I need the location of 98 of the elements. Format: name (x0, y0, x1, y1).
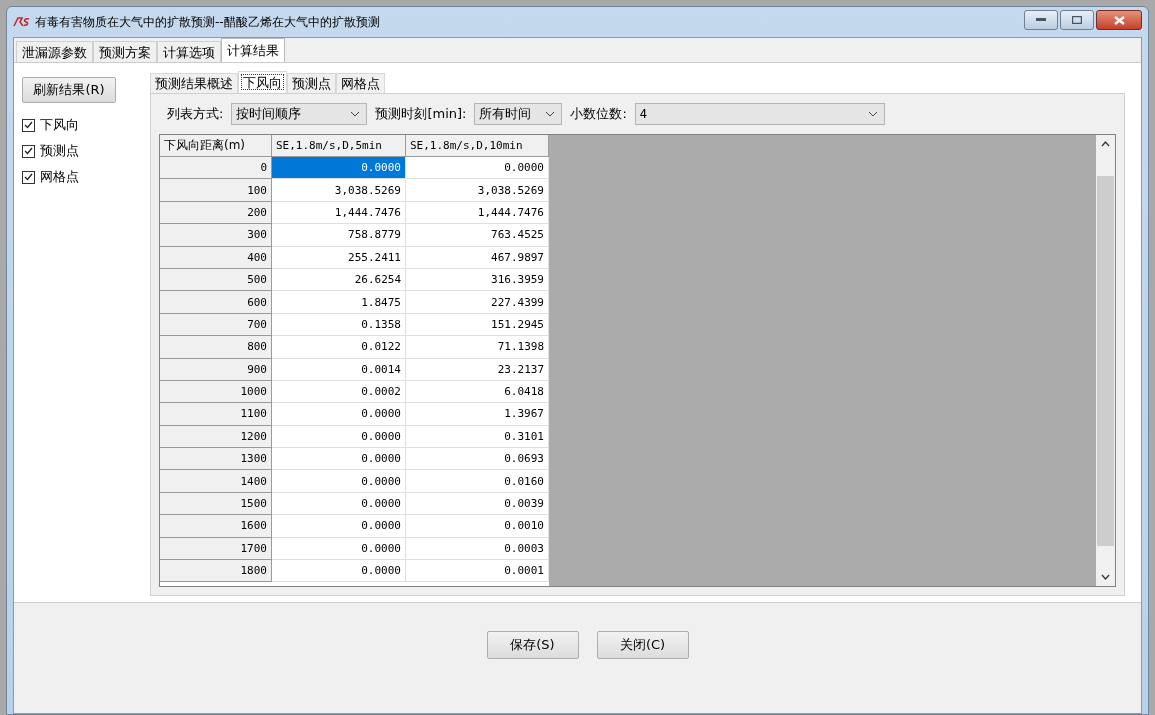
row-header: 100 (160, 179, 272, 202)
minimize-button[interactable] (1024, 10, 1058, 30)
row-header: 1100 (160, 403, 272, 426)
row-header: 1300 (160, 448, 272, 471)
table-cell[interactable]: 71.1398 (406, 336, 549, 359)
table-cell[interactable]: 23.2137 (406, 358, 549, 381)
table-cell[interactable]: 0.0000 (272, 515, 406, 538)
chevron-down-icon (350, 111, 361, 117)
table-cell[interactable]: 1,444.7476 (272, 201, 406, 225)
checkbox-label: 网格点 (40, 168, 79, 186)
row-header: 600 (160, 291, 272, 314)
row-header: 700 (160, 313, 272, 337)
chevron-down-icon (545, 111, 556, 117)
table-cell[interactable]: 0.0001 (406, 560, 549, 583)
maximize-button[interactable] (1060, 10, 1094, 30)
tab[interactable]: 网格点 (336, 73, 385, 93)
table-cell[interactable]: 0.0000 (272, 403, 406, 426)
table-cell[interactable]: 6.0418 (406, 380, 549, 404)
row-header: 300 (160, 224, 272, 247)
table-cell[interactable]: 227.4399 (406, 291, 549, 314)
maximize-icon (1072, 16, 1082, 24)
table-cell[interactable]: 0.0000 (272, 448, 406, 471)
dialog-button[interactable]: 关闭(C) (596, 631, 689, 659)
checkbox[interactable] (22, 118, 35, 132)
dialog-button[interactable]: 保存(S) (486, 631, 579, 659)
tab[interactable]: 计算结果 (221, 38, 285, 62)
vertical-scrollbar[interactable] (1096, 135, 1115, 586)
row-header: 400 (160, 246, 272, 269)
row-header: 800 (160, 336, 272, 359)
table-cell[interactable]: 0.0010 (406, 515, 549, 538)
checkbox[interactable] (22, 144, 35, 158)
table-cell[interactable]: 3,038.5269 (272, 179, 406, 202)
table-cell[interactable]: 0.3101 (406, 425, 549, 449)
refresh-button[interactable]: 刷新结果(R) (22, 77, 116, 103)
row-header: 1400 (160, 470, 272, 493)
checkbox-label: 预测点 (40, 142, 79, 160)
table-cell[interactable]: 0.0000 (272, 157, 406, 180)
row-header: 1700 (160, 537, 272, 561)
table-cell[interactable]: 255.2411 (272, 246, 406, 269)
column-header: 下风向距离(m) (160, 135, 272, 157)
table-cell[interactable]: 0.0039 (406, 492, 549, 516)
row-header: 0 (160, 157, 272, 180)
column-header: SE,1.8m/s,D,5min (272, 135, 406, 157)
table-cell[interactable]: 0.1358 (272, 313, 406, 337)
scroll-up-icon (1101, 141, 1110, 147)
table-cell[interactable]: 1.3967 (406, 403, 549, 426)
table-cell[interactable]: 467.9897 (406, 246, 549, 269)
scrollbar-thumb[interactable] (1097, 175, 1114, 546)
table-cell[interactable]: 1,444.7476 (406, 201, 549, 225)
minimize-icon (1036, 18, 1046, 22)
tab[interactable]: 下风向 (238, 71, 287, 93)
table-cell[interactable]: 0.0000 (272, 470, 406, 493)
row-header: 1600 (160, 515, 272, 538)
close-button[interactable] (1096, 10, 1142, 30)
table-cell[interactable]: 151.2945 (406, 313, 549, 337)
table-cell[interactable]: 0.0122 (272, 336, 406, 359)
field-label: 列表方式: (167, 105, 224, 123)
table-cell[interactable]: 763.4525 (406, 224, 549, 247)
table-cell[interactable]: 758.8779 (272, 224, 406, 247)
table-cell[interactable]: 3,038.5269 (406, 179, 549, 202)
scroll-down-icon (1101, 574, 1110, 580)
close-icon (1113, 15, 1125, 25)
window-title: 有毒有害物质在大气中的扩散预测--醋酸乙烯在大气中的扩散预测 (35, 13, 380, 31)
chevron-down-icon (867, 111, 878, 117)
table-cell[interactable]: 0.0000 (272, 425, 406, 449)
tab[interactable]: 预测方案 (93, 41, 157, 62)
table-cell[interactable]: 0.0000 (272, 560, 406, 583)
table-cell[interactable]: 0.0014 (272, 358, 406, 381)
table-cell[interactable]: 0.0002 (272, 380, 406, 404)
table-cell[interactable]: 0.0003 (406, 537, 549, 561)
row-header: 1200 (160, 425, 272, 449)
checkbox-label: 下风向 (40, 116, 79, 134)
field-label: 小数位数: (570, 105, 627, 123)
row-header: 1800 (160, 560, 272, 583)
table-cell[interactable]: 0.0000 (272, 537, 406, 561)
table-cell[interactable]: 0.0160 (406, 470, 549, 493)
table-cell[interactable]: 0.0000 (406, 157, 549, 180)
table-cell[interactable]: 0.0693 (406, 448, 549, 471)
row-header: 200 (160, 201, 272, 225)
dropdown[interactable]: 按时间顺序 (231, 103, 368, 125)
table-cell[interactable]: 26.6254 (272, 268, 406, 292)
tab[interactable]: 计算选项 (157, 41, 221, 62)
row-header: 1500 (160, 492, 272, 516)
app-logo-icon (13, 17, 31, 27)
checkbox[interactable] (22, 170, 35, 184)
tab[interactable]: 预测结果概述 (150, 73, 238, 93)
tab[interactable]: 预测点 (287, 73, 336, 93)
table-cell[interactable]: 316.3959 (406, 268, 549, 292)
field-label: 预测时刻[min]: (375, 105, 467, 123)
dropdown[interactable]: 4 (634, 103, 885, 125)
row-header: 1000 (160, 380, 272, 404)
column-header: SE,1.8m/s,D,10min (406, 135, 549, 157)
dropdown[interactable]: 所有时间 (474, 103, 563, 125)
tab[interactable]: 泄漏源参数 (16, 41, 93, 62)
row-header: 900 (160, 358, 272, 381)
table-cell[interactable]: 0.0000 (272, 492, 406, 516)
table-cell[interactable]: 1.8475 (272, 291, 406, 314)
row-header: 500 (160, 268, 272, 292)
